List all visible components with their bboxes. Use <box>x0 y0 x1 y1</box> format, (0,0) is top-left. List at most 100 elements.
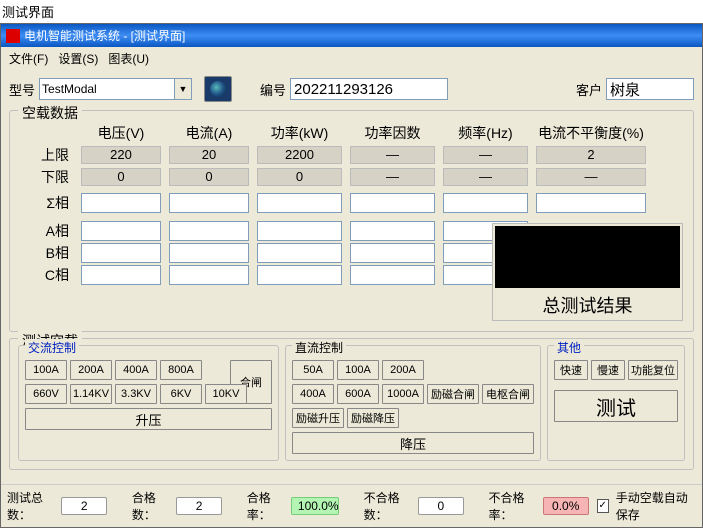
titlebar: 电机智能测试系统 - [测试界面] <box>1 24 702 47</box>
a-a[interactable] <box>169 221 249 241</box>
noload-title: 空载数据 <box>18 103 82 123</box>
c-pf[interactable] <box>350 265 435 285</box>
reset-button[interactable]: 功能复位 <box>628 360 678 380</box>
model-label: 型号 <box>9 80 35 99</box>
upper-hz: — <box>443 146 528 164</box>
ac-3-3kv[interactable]: 3.3KV <box>115 384 157 404</box>
dc-exc-up[interactable]: 励磁升压 <box>292 408 344 428</box>
upper-v: 220 <box>81 146 161 164</box>
c-v[interactable] <box>81 265 161 285</box>
result-display <box>495 226 680 288</box>
total-value: 2 <box>61 497 107 515</box>
row-lower-label: 下限 <box>18 167 73 187</box>
lower-pf: — <box>350 168 435 186</box>
fail-value: 0 <box>418 497 464 515</box>
page-heading: 测试界面 <box>0 0 703 23</box>
lower-hz: — <box>443 168 528 186</box>
ac-400a[interactable]: 400A <box>115 360 157 380</box>
menu-chart[interactable]: 图表(U) <box>104 49 153 68</box>
upper-un: 2 <box>536 146 646 164</box>
dc-1000a[interactable]: 1000A <box>382 384 424 404</box>
dc-motor-close[interactable]: 电枢合闸 <box>482 384 534 404</box>
sigma-kw[interactable] <box>257 193 342 213</box>
status-bar: 测试总数： 2 合格数： 2 合格率： 100.0% 不合格数： 0 不合格率：… <box>1 484 702 527</box>
total-label: 测试总数： <box>7 489 57 523</box>
dc-exc-close[interactable]: 励磁合闸 <box>427 384 479 404</box>
sigma-v[interactable] <box>81 193 161 213</box>
customer-label: 客户 <box>576 80 602 99</box>
dropdown-arrow-icon[interactable]: ▼ <box>175 78 192 100</box>
ac-100a[interactable]: 100A <box>25 360 67 380</box>
dc-voltage-down[interactable]: 降压 <box>292 432 534 454</box>
dc-600a[interactable]: 600A <box>337 384 379 404</box>
b-kw[interactable] <box>257 243 342 263</box>
menu-settings[interactable]: 设置(S) <box>54 49 102 68</box>
dc-100a[interactable]: 100A <box>337 360 379 380</box>
dc-title: 直流控制 <box>292 339 346 356</box>
row-c: C相 <box>18 265 73 285</box>
lower-a: 0 <box>169 168 249 186</box>
ac-voltage-up[interactable]: 升压 <box>25 408 272 430</box>
result-title: 总测试结果 <box>495 288 680 318</box>
a-v[interactable] <box>81 221 161 241</box>
a-kw[interactable] <box>257 221 342 241</box>
globe-icon <box>210 81 226 97</box>
upper-a: 20 <box>169 146 249 164</box>
col-power: 功率(kW) <box>257 123 342 143</box>
col-freq: 频率(Hz) <box>443 123 528 143</box>
row-upper-label: 上限 <box>18 145 73 165</box>
lower-un: — <box>536 168 646 186</box>
sigma-hz[interactable] <box>443 193 528 213</box>
sigma-pf[interactable] <box>350 193 435 213</box>
model-input[interactable] <box>39 78 175 100</box>
sigma-un[interactable] <box>536 193 646 213</box>
dc-exc-down[interactable]: 励磁降压 <box>347 408 399 428</box>
serial-label: 编号 <box>260 80 286 99</box>
main-window: 电机智能测试系统 - [测试界面] 文件(F) 设置(S) 图表(U) 型号 ▼… <box>0 23 703 528</box>
pass-rate-value: 100.0% <box>291 497 339 515</box>
ac-10kv[interactable]: 10KV <box>205 384 247 404</box>
fail-rate-label: 不合格率： <box>489 489 539 523</box>
customer-input[interactable] <box>606 78 694 100</box>
pass-label: 合格数： <box>132 489 172 523</box>
b-pf[interactable] <box>350 243 435 263</box>
fail-rate-value: 0.0% <box>543 497 589 515</box>
b-v[interactable] <box>81 243 161 263</box>
c-kw[interactable] <box>257 265 342 285</box>
menu-file[interactable]: 文件(F) <box>5 49 52 68</box>
col-voltage: 电压(V) <box>81 123 161 143</box>
row-sigma: Σ相 <box>18 193 73 213</box>
test-button[interactable]: 测试 <box>554 390 678 422</box>
ac-1-14kv[interactable]: 1.14KV <box>70 384 112 404</box>
dc-400a[interactable]: 400A <box>292 384 334 404</box>
dc-50a[interactable]: 50A <box>292 360 334 380</box>
globe-button[interactable] <box>204 76 232 102</box>
lower-kw: 0 <box>257 168 342 186</box>
menubar: 文件(F) 设置(S) 图表(U) <box>1 47 702 70</box>
b-a[interactable] <box>169 243 249 263</box>
result-panel: 总测试结果 <box>492 223 683 321</box>
ac-800a[interactable]: 800A <box>160 360 202 380</box>
sigma-a[interactable] <box>169 193 249 213</box>
ac-title: 交流控制 <box>25 339 79 356</box>
c-a[interactable] <box>169 265 249 285</box>
fast-button[interactable]: 快速 <box>554 360 588 380</box>
col-unbal: 电流不平衡度(%) <box>536 123 646 143</box>
upper-pf: — <box>350 146 435 164</box>
a-pf[interactable] <box>350 221 435 241</box>
dc-200a[interactable]: 200A <box>382 360 424 380</box>
row-b: B相 <box>18 243 73 263</box>
serial-input[interactable] <box>290 78 448 100</box>
slow-button[interactable]: 慢速 <box>591 360 625 380</box>
autosave-label: 手动空载自动保存 <box>616 489 696 523</box>
model-combo[interactable]: ▼ <box>39 78 192 100</box>
col-pf: 功率因数 <box>350 123 435 143</box>
pass-value: 2 <box>176 497 222 515</box>
row-a: A相 <box>18 221 73 241</box>
app-icon <box>6 29 20 43</box>
other-title: 其他 <box>554 339 584 356</box>
ac-6kv[interactable]: 6KV <box>160 384 202 404</box>
ac-200a[interactable]: 200A <box>70 360 112 380</box>
ac-660v[interactable]: 660V <box>25 384 67 404</box>
lower-v: 0 <box>81 168 161 186</box>
